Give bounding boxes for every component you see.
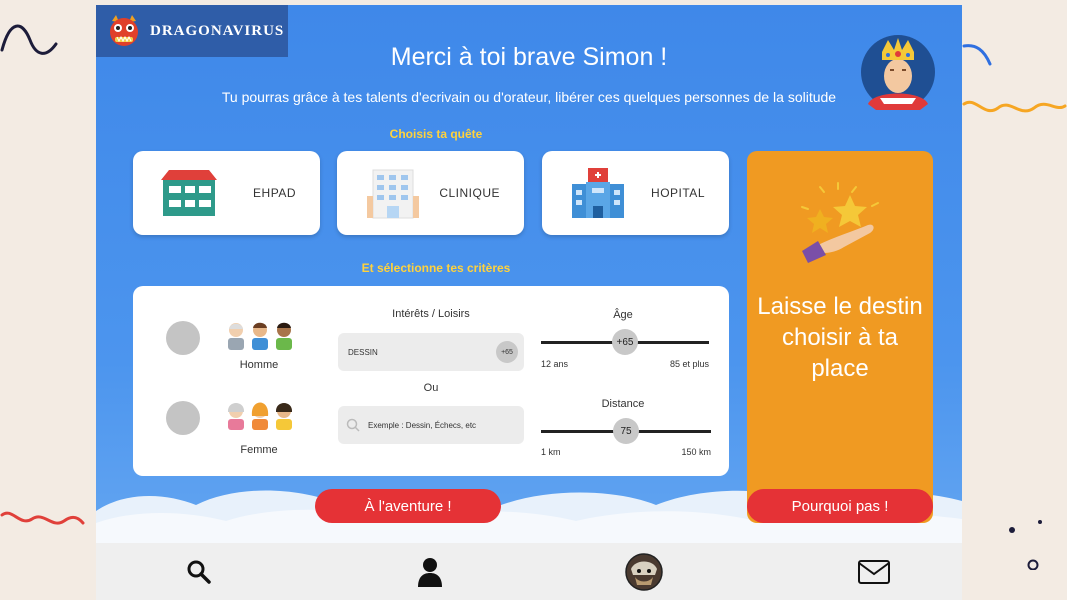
profile-icon [418,558,442,587]
quest-option-label: CLINIQUE [439,186,500,200]
search-icon [187,560,211,584]
stars-hand-icon [801,182,879,263]
avatar-icon [625,553,663,591]
age-label: Âge [613,309,633,321]
random-destiny-text: Laisse le destin choisir à ta place [757,293,923,382]
nav-avatar[interactable] [624,552,664,592]
mail-icon [858,560,890,584]
interest-selected-value: DESSIN [348,347,378,357]
nav-profile[interactable] [410,552,450,592]
app-screen: DRAGONAVIRUS Merci à toi brave Simon ! T… [96,5,962,600]
distance-min-label: 1 km [541,447,561,457]
gender-label-male: Homme [239,359,279,371]
distance-max-label: 150 km [681,447,711,457]
or-label: Ou [423,382,439,394]
gender-label-female: Femme [240,444,278,456]
squiggle-decoration-right-yellow [962,100,1067,113]
squiggle-decoration-left [0,24,58,55]
men-group-icon [228,322,292,350]
quest-option-hopital[interactable]: HOPITAL [542,151,729,235]
age-slider-knob[interactable]: +65 [612,329,638,355]
gender-radio-female[interactable] [166,401,200,435]
user-avatar-king[interactable] [860,32,936,112]
adventure-button[interactable]: À l'aventure ! [315,489,501,523]
distance-slider-knob[interactable]: 75 [613,418,639,444]
age-min-label: 12 ans [541,359,569,369]
distance-label: Distance [601,398,645,410]
page-title: Merci à toi brave Simon ! [390,43,668,71]
search-placeholder: Exemple : Dessin, Échecs, etc [368,420,477,430]
squiggle-decoration-bottom-red [0,511,85,525]
interests-label: Intérêts / Loisirs [392,308,470,320]
quest-option-clinique[interactable]: CLINIQUE [337,151,524,235]
interest-search-input[interactable]: Exemple : Dessin, Échecs, etc [338,406,524,444]
women-group-icon [227,402,293,430]
criteria-section-label: Et sélectionne tes critères [361,261,511,275]
bottom-nav [96,543,962,600]
interest-selected-pill[interactable]: DESSIN +65 [338,333,524,371]
interest-age-badge: +65 [496,341,518,363]
gender-radio-male[interactable] [166,321,200,355]
age-max-label: 85 et plus [669,359,709,369]
random-destiny-card[interactable]: Laisse le destin choisir à ta place [747,151,933,523]
nursing-home-icon [161,170,217,216]
dots-decoration [1009,520,1042,570]
clinic-icon [367,169,419,219]
hospital-icon [572,168,624,218]
search-icon [346,418,360,432]
page-subtitle: Tu pourras grâce à tes talents d'ecrivai… [221,89,837,105]
criteria-panel: Homme Femme Intérêts / Loisirs DESSIN +6… [133,286,729,476]
app-name: DRAGONAVIRUS [150,22,285,39]
nav-messages[interactable] [854,552,894,592]
nav-search[interactable] [179,552,219,592]
quest-option-ehpad[interactable]: EHPAD [133,151,320,235]
quest-section-label: Choisis ta quête [389,127,483,141]
quest-option-label: HOPITAL [651,186,705,200]
squiggle-decoration-right-blue [962,44,992,66]
pourquoi-pas-button[interactable]: Pourquoi pas ! [747,489,933,523]
quest-option-label: EHPAD [253,186,296,200]
